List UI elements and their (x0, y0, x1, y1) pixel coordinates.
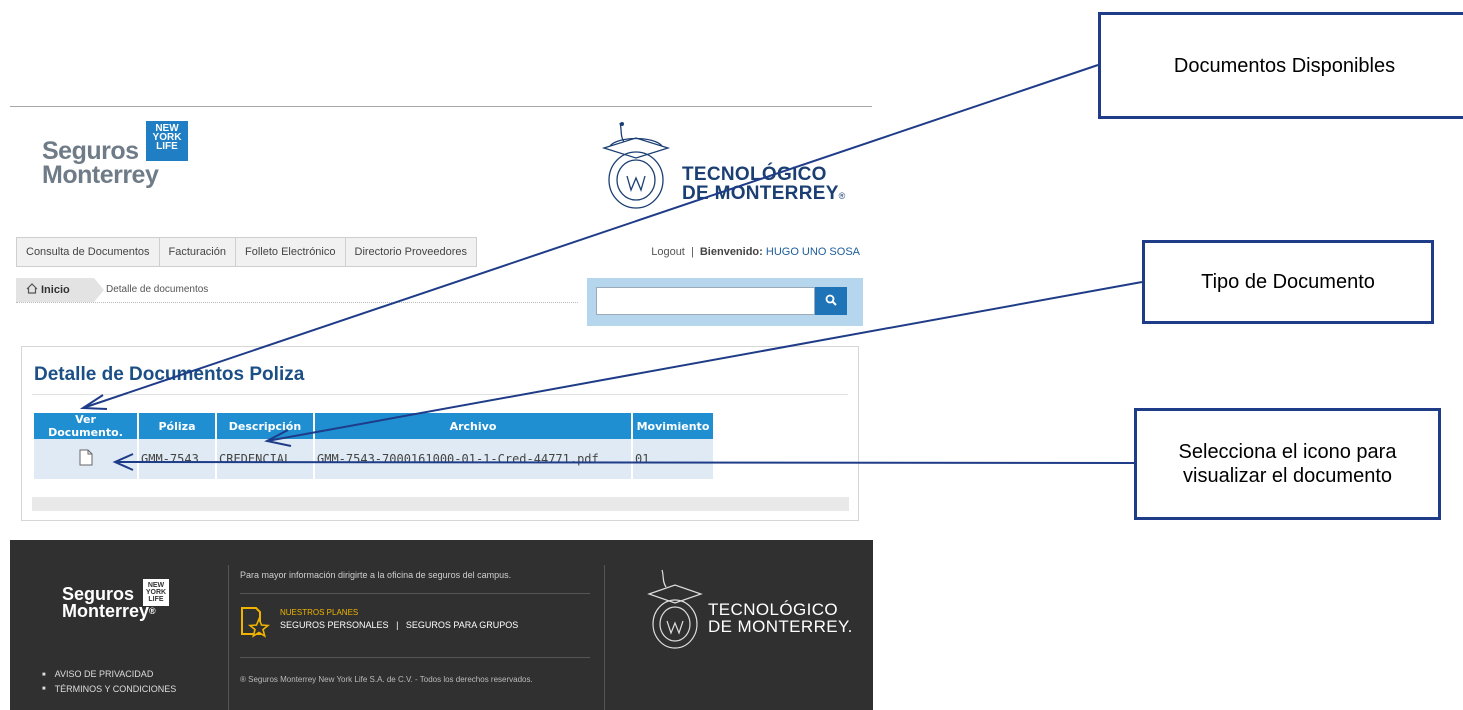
cell-ver-documento (34, 439, 137, 479)
logout-link[interactable]: Logout (651, 246, 685, 258)
seguros-monterrey-logo[interactable]: Seguros Monterrey NEW YORK LIFE (42, 121, 188, 189)
top-divider (10, 106, 872, 107)
documents-table: Ver Documento. Póliza Descripción Archiv… (32, 413, 715, 479)
search-icon (825, 294, 837, 306)
main-nav: Consulta de Documentos Facturación Folle… (16, 237, 477, 267)
footer-seguros-logo[interactable]: Seguros Monterrey® NEW YORK LIFE (62, 579, 169, 621)
site-footer: Seguros Monterrey® NEW YORK LIFE AVISO D… (10, 540, 873, 710)
callout-documentos-disponibles: Documentos Disponibles (1098, 12, 1463, 119)
nav-directorio-proveedores[interactable]: Directorio Proveedores (346, 238, 477, 266)
search-button[interactable] (815, 287, 847, 315)
panel-divider (32, 394, 848, 395)
callout-selecciona-icono-text: Selecciona el icono para visualizar el d… (1178, 441, 1397, 487)
documents-panel: Detalle de Documentos Poliza Ver Documen… (21, 346, 859, 521)
cell-poliza: GMM-7543 (139, 439, 215, 479)
new-york-life-badge: NEW YORK LIFE (146, 121, 188, 161)
star-document-icon (241, 607, 271, 638)
cell-movimiento: 01 (633, 439, 713, 479)
footer-link-privacidad[interactable]: AVISO DE PRIVACIDAD (42, 667, 176, 682)
user-bar: Logout | Bienvenido: HUGO UNO SOSA (651, 246, 860, 258)
logo-text-line2: Monterrey (42, 161, 159, 189)
callout-selecciona-icono: Selecciona el icono para visualizar el d… (1134, 408, 1441, 520)
page-title: Detalle de Documentos Poliza (34, 364, 305, 385)
footer-links: AVISO DE PRIVACIDAD TÉRMINOS Y CONDICION… (42, 667, 177, 697)
nav-folleto-electronico[interactable]: Folleto Electrónico (236, 238, 346, 266)
footer-planes: NUESTROS PLANES SEGUROS PERSONALES | SEG… (240, 606, 518, 643)
breadcrumb-home[interactable]: Inicio (16, 278, 104, 302)
table-row: GMM-7543 CREDENCIAL GMM-7543-7000161000-… (34, 439, 713, 479)
link-seguros-personales[interactable]: SEGUROS PERSONALES (280, 620, 389, 630)
col-descripcion: Descripción (217, 413, 313, 439)
breadcrumb: Inicio Detalle de documentos (16, 278, 578, 303)
search-input[interactable] (596, 287, 815, 315)
nav-facturacion[interactable]: Facturación (160, 238, 236, 266)
breadcrumb-current: Detalle de documentos (106, 284, 209, 295)
tec-seal-icon (601, 122, 671, 209)
planes-separator: | (396, 620, 399, 630)
username: HUGO UNO SOSA (765, 246, 860, 258)
footer-link-terminos[interactable]: TÉRMINOS Y CONDICIONES (42, 682, 177, 697)
footer-nyl-badge: NEW YORK LIFE (143, 579, 169, 606)
callout-tipo-documento-text: Tipo de Documento (1201, 271, 1375, 293)
footer-divider-left (228, 565, 229, 710)
col-movimiento: Movimiento (633, 413, 713, 439)
footer-divider-right (604, 565, 605, 710)
tec-logo-text: TECNOLÓGICO DE MONTERREY® (682, 164, 846, 204)
planes-links: SEGUROS PERSONALES | SEGUROS PARA GRUPOS (280, 620, 518, 630)
cell-descripcion: CREDENCIAL (217, 439, 313, 479)
home-icon (26, 283, 38, 294)
col-poliza: Póliza (139, 413, 215, 439)
footer-tec-logo[interactable]: TECNOLÓGICO DE MONTERREY. (646, 566, 852, 666)
link-seguros-grupos[interactable]: SEGUROS PARA GRUPOS (406, 620, 518, 630)
planes-label: NUESTROS PLANES (280, 608, 359, 617)
welcome-label: Bienvenido: (699, 246, 763, 258)
footer-hr-2 (240, 657, 590, 658)
footer-tec-seal-icon (647, 569, 703, 649)
footer-info-text: Para mayor información dirigirte a la of… (240, 570, 512, 580)
userbar-separator: | (690, 246, 694, 258)
footer-hr-1 (240, 593, 590, 594)
logo-text-line1: Seguros (42, 137, 139, 165)
nav-consulta-documentos[interactable]: Consulta de Documentos (17, 238, 160, 266)
footer-logo-line2: Monterrey® (62, 601, 156, 621)
cell-archivo: GMM-7543-7000161000-01-1-Cred-44771.pdf (315, 439, 631, 479)
col-ver-documento: Ver Documento. (34, 413, 137, 439)
footer-copyright: ® Seguros Monterrey New York Life S.A. d… (240, 675, 533, 684)
callout-documentos-disponibles-text: Documentos Disponibles (1173, 54, 1396, 77)
document-icon[interactable] (79, 449, 93, 466)
col-archivo: Archivo (315, 413, 631, 439)
callout-tipo-documento: Tipo de Documento (1142, 240, 1434, 324)
panel-footer-bar (32, 497, 849, 511)
footer-tec-text: TECNOLÓGICO DE MONTERREY. (708, 600, 853, 636)
tec-monterrey-logo[interactable]: TECNOLÓGICO DE MONTERREY® (598, 118, 868, 213)
search-box (587, 278, 863, 326)
